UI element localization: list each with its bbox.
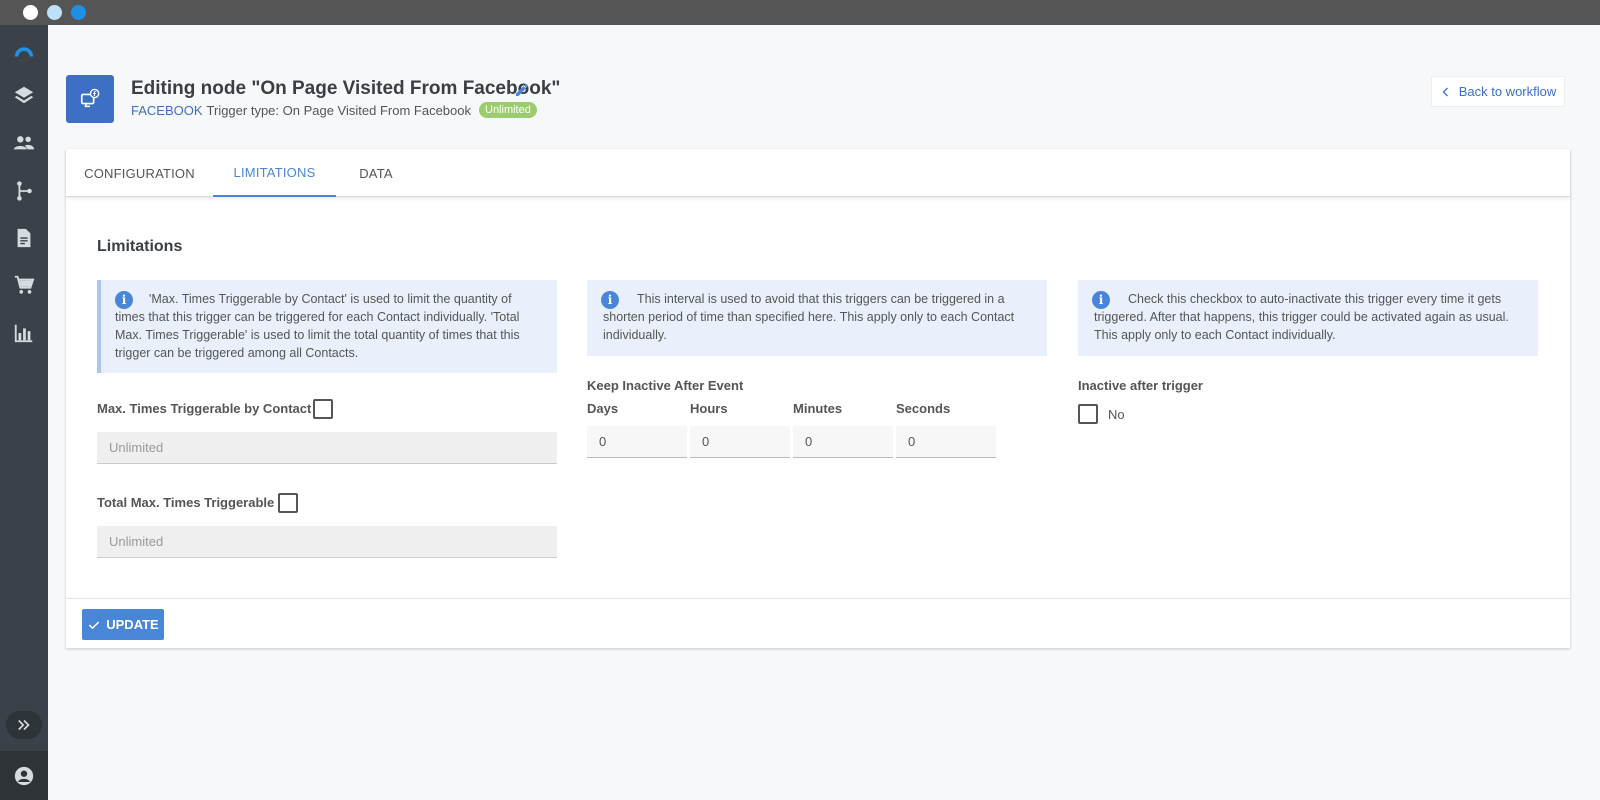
minutes-input[interactable]: 0 [793, 426, 893, 458]
workflow-icon[interactable] [12, 179, 36, 203]
inactive-after-label: Inactive after trigger [1078, 378, 1203, 393]
max-by-contact-input[interactable]: Unlimited [97, 432, 557, 464]
total-max-checkbox[interactable] [278, 493, 298, 513]
window-titlebar [0, 0, 1600, 25]
platform-label: FACEBOOK [131, 102, 203, 118]
info-box-inactive: i Check this checkbox to auto-inactivate… [1078, 280, 1538, 356]
page-title: Editing node "On Page Visited From Faceb… [131, 78, 561, 99]
info-icon: i [115, 291, 133, 309]
inactive-after-value: No [1108, 407, 1125, 422]
keep-inactive-label: Keep Inactive After Event [587, 378, 744, 393]
info-text: 'Max. Times Triggerable by Contact' is u… [115, 292, 520, 360]
window-minimize-dot[interactable] [47, 5, 62, 20]
seconds-input[interactable]: 0 [896, 426, 996, 458]
expand-icon[interactable] [6, 711, 42, 739]
inactive-after-checkbox[interactable] [1078, 404, 1098, 424]
sidebar [0, 25, 48, 800]
max-by-contact-checkbox[interactable] [313, 399, 333, 419]
window-maximize-dot[interactable] [71, 5, 86, 20]
layers-icon[interactable] [12, 83, 36, 107]
days-input[interactable]: 0 [587, 426, 687, 458]
seconds-label: Seconds [896, 401, 951, 416]
info-text: This interval is used to avoid that this… [603, 292, 1015, 342]
pencil-icon[interactable] [514, 82, 530, 98]
window-close-dot[interactable] [23, 5, 38, 20]
trigger-subline: FACEBOOK Trigger type: On Page Visited F… [131, 102, 537, 118]
days-label: Days [587, 401, 619, 416]
tab-bar: CONFIGURATION LIMITATIONS DATA [66, 149, 1570, 197]
tab-configuration[interactable]: CONFIGURATION [66, 149, 213, 197]
account-icon[interactable] [0, 751, 48, 800]
minutes-label: Minutes [793, 401, 843, 416]
trigger-node-icon [66, 75, 114, 123]
info-icon: i [1092, 291, 1110, 309]
back-to-workflow-button[interactable]: Back to workflow [1431, 76, 1565, 107]
chevron-left-icon [1442, 87, 1448, 96]
logo-icon[interactable] [12, 39, 36, 63]
info-text: Check this checkbox to auto-inactivate t… [1094, 292, 1509, 342]
trigger-type-label: Trigger type: On Page Visited From Faceb… [206, 102, 471, 118]
check-icon [89, 621, 100, 629]
node-editor-card: CONFIGURATION LIMITATIONS DATA Limitatio… [66, 149, 1570, 648]
cart-icon[interactable] [12, 273, 36, 297]
tab-data[interactable]: DATA [336, 149, 416, 197]
tab-limitations[interactable]: LIMITATIONS [213, 149, 336, 197]
max-by-contact-label: Max. Times Triggerable by Contact [97, 401, 312, 416]
analytics-icon[interactable] [12, 321, 36, 345]
total-max-input[interactable]: Unlimited [97, 526, 557, 558]
total-max-label: Total Max. Times Triggerable [97, 495, 275, 510]
hours-input[interactable]: 0 [690, 426, 790, 458]
update-button[interactable]: UPDATE [82, 609, 164, 640]
info-icon: i [601, 291, 619, 309]
card-footer: UPDATE [66, 598, 1570, 648]
info-box-interval: i This interval is used to avoid that th… [587, 280, 1047, 356]
hours-label: Hours [690, 401, 728, 416]
contacts-icon[interactable] [12, 131, 36, 155]
update-label: UPDATE [106, 617, 159, 632]
status-badge: Unlimited [479, 102, 537, 118]
back-label: Back to workflow [1458, 84, 1557, 99]
section-title: Limitations [97, 238, 183, 255]
info-box-contact-limit: i 'Max. Times Triggerable by Contact' is… [97, 280, 557, 373]
document-icon[interactable] [12, 226, 36, 250]
